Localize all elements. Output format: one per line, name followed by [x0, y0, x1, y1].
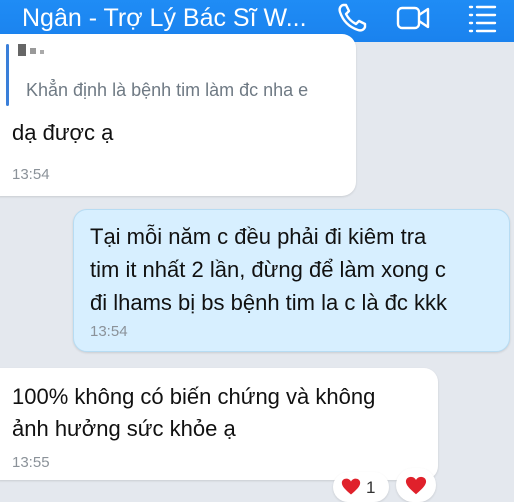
menu-icon[interactable]	[464, 0, 500, 36]
quote-author-avatar	[18, 40, 58, 58]
video-call-icon[interactable]	[395, 0, 431, 36]
heart-icon	[341, 478, 361, 495]
quoted-message-text: Khẳn định là bệnh tim làm đc nha e	[26, 80, 309, 100]
message-text-line: Tại mỗi năm c đều phải đi kiêm tra	[90, 224, 427, 249]
message-text-line: ảnh hưởng sức khỏe ạ	[12, 416, 236, 441]
message-timestamp: 13:54	[90, 323, 128, 340]
reaction-count: 1	[366, 478, 376, 497]
phone-icon[interactable]	[334, 0, 370, 36]
message-timestamp: 13:55	[12, 454, 50, 471]
outgoing-message-bubble[interactable]: Tại mỗi năm c đều phải đi kiêm tra tim i…	[73, 209, 510, 352]
heart-icon	[405, 476, 427, 495]
incoming-message-bubble[interactable]: 100% không có biến chứng và không ảnh hư…	[0, 368, 438, 480]
message-text-line: tim it nhất 2 lần, đừng để làm xong c	[90, 257, 446, 282]
message-text-line: 100% không có biến chứng và không	[12, 384, 376, 409]
message-text: dạ được ạ	[12, 120, 114, 145]
message-text-line: đi lhams bị bs bệnh tim la c là đc kkk	[90, 290, 448, 315]
incoming-message-bubble[interactable]: Khẳn định là bệnh tim làm đc nha e dạ đư…	[0, 34, 356, 196]
chat-title[interactable]: Ngân - Trợ Lý Bác Sĩ W...	[22, 3, 307, 33]
message-timestamp: 13:54	[12, 166, 50, 183]
message-reaction[interactable]: 1	[333, 472, 389, 502]
quote-bar	[6, 44, 9, 106]
